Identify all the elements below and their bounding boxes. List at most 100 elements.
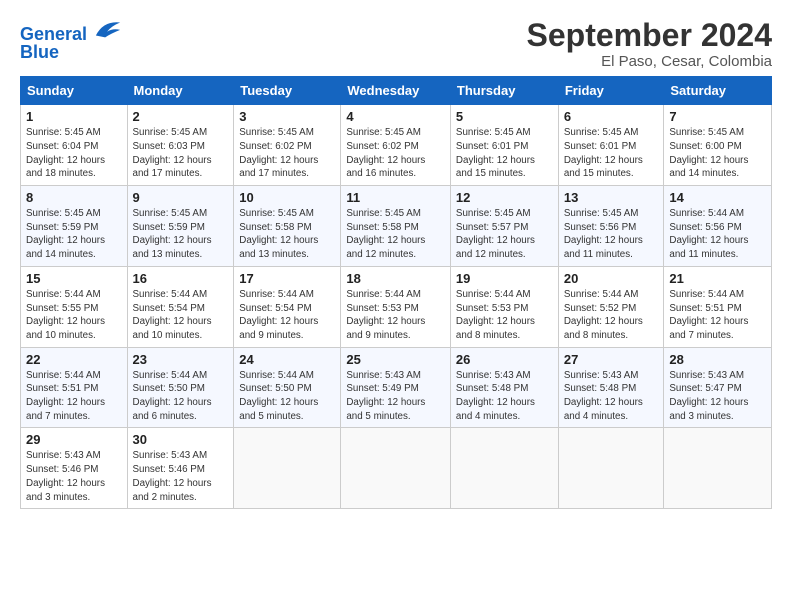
day-number: 26	[456, 352, 553, 367]
cell-info: Sunrise: 5:44 AM Sunset: 5:54 PM Dayligh…	[133, 288, 229, 343]
calendar-cell	[664, 428, 772, 509]
calendar-cell: 23 Sunrise: 5:44 AM Sunset: 5:50 PM Dayli…	[127, 347, 234, 428]
calendar-cell: 27 Sunrise: 5:43 AM Sunset: 5:48 PM Dayli…	[558, 347, 664, 428]
cell-info: Sunrise: 5:45 AM Sunset: 6:00 PM Dayligh…	[669, 126, 766, 181]
week-row-3: 15Sunrise: 5:44 AM Sunset: 5:55 PM Dayli…	[21, 266, 772, 347]
calendar-cell: 5Sunrise: 5:45 AM Sunset: 6:01 PM Daylig…	[450, 105, 558, 186]
cell-info: Sunrise: 5:45 AM Sunset: 5:58 PM Dayligh…	[346, 207, 445, 262]
cell-info: Sunrise: 5:45 AM Sunset: 6:04 PM Dayligh…	[26, 126, 122, 181]
calendar-cell	[558, 428, 664, 509]
week-row-4: 22 Sunrise: 5:44 AM Sunset: 5:51 PM Dayli…	[21, 347, 772, 428]
calendar-cell: 29 Sunrise: 5:43 AM Sunset: 5:46 PM Dayli…	[21, 428, 128, 509]
cell-info: Sunrise: 5:43 AM Sunset: 5:49 PM Dayligh…	[346, 369, 445, 424]
day-number: 18	[346, 271, 445, 286]
calendar-cell: 30 Sunrise: 5:43 AM Sunset: 5:46 PM Dayli…	[127, 428, 234, 509]
page: General Blue September 2024 El Paso, Ces…	[0, 0, 792, 612]
cell-info: Sunrise: 5:43 AM Sunset: 5:46 PM Dayligh…	[133, 449, 229, 504]
day-number: 9	[133, 190, 229, 205]
calendar-cell: 28Sunrise: 5:43 AM Sunset: 5:47 PM Dayli…	[664, 347, 772, 428]
calendar-cell: 15Sunrise: 5:44 AM Sunset: 5:55 PM Dayli…	[21, 266, 128, 347]
cell-info: Sunrise: 5:44 AM Sunset: 5:53 PM Dayligh…	[346, 288, 445, 343]
calendar-cell: 2 Sunrise: 5:45 AM Sunset: 6:03 PM Daylig…	[127, 105, 234, 186]
day-number: 15	[26, 271, 122, 286]
calendar-cell: 14 Sunrise: 5:44 AM Sunset: 5:56 PM Dayli…	[664, 186, 772, 267]
cell-info: Sunrise: 5:45 AM Sunset: 5:57 PM Dayligh…	[456, 207, 553, 262]
week-row-5: 29 Sunrise: 5:43 AM Sunset: 5:46 PM Dayli…	[21, 428, 772, 509]
calendar-cell	[341, 428, 451, 509]
calendar-cell: 12 Sunrise: 5:45 AM Sunset: 5:57 PM Dayli…	[450, 186, 558, 267]
cell-info: Sunrise: 5:45 AM Sunset: 5:59 PM Dayligh…	[26, 207, 122, 262]
cell-info: Sunrise: 5:44 AM Sunset: 5:54 PM Dayligh…	[239, 288, 335, 343]
location: El Paso, Cesar, Colombia	[527, 53, 772, 70]
col-header-tuesday: Tuesday	[234, 77, 341, 105]
calendar-cell	[234, 428, 341, 509]
day-number: 3	[239, 109, 335, 124]
day-number: 27	[564, 352, 659, 367]
day-number: 10	[239, 190, 335, 205]
logo-bird-icon	[94, 18, 122, 40]
day-number: 1	[26, 109, 122, 124]
cell-info: Sunrise: 5:44 AM Sunset: 5:50 PM Dayligh…	[239, 369, 335, 424]
calendar-cell: 6Sunrise: 5:45 AM Sunset: 6:01 PM Daylig…	[558, 105, 664, 186]
logo-blue: Blue	[20, 43, 122, 63]
day-number: 25	[346, 352, 445, 367]
col-header-thursday: Thursday	[450, 77, 558, 105]
calendar-cell: 10 Sunrise: 5:45 AM Sunset: 5:58 PM Dayli…	[234, 186, 341, 267]
cell-info: Sunrise: 5:44 AM Sunset: 5:53 PM Dayligh…	[456, 288, 553, 343]
day-number: 17	[239, 271, 335, 286]
calendar-cell: 1 Sunrise: 5:45 AM Sunset: 6:04 PM Daylig…	[21, 105, 128, 186]
logo-text: General	[20, 18, 122, 45]
day-number: 29	[26, 432, 122, 447]
calendar-cell: 9 Sunrise: 5:45 AM Sunset: 5:59 PM Daylig…	[127, 186, 234, 267]
day-number: 20	[564, 271, 659, 286]
day-number: 2	[133, 109, 229, 124]
day-number: 4	[346, 109, 445, 124]
day-number: 22	[26, 352, 122, 367]
day-number: 24	[239, 352, 335, 367]
col-header-monday: Monday	[127, 77, 234, 105]
cell-info: Sunrise: 5:43 AM Sunset: 5:48 PM Dayligh…	[456, 369, 553, 424]
calendar-cell: 26 Sunrise: 5:43 AM Sunset: 5:48 PM Dayli…	[450, 347, 558, 428]
calendar-cell: 21Sunrise: 5:44 AM Sunset: 5:51 PM Dayli…	[664, 266, 772, 347]
day-number: 16	[133, 271, 229, 286]
day-number: 7	[669, 109, 766, 124]
calendar-cell: 22 Sunrise: 5:44 AM Sunset: 5:51 PM Dayli…	[21, 347, 128, 428]
cell-info: Sunrise: 5:44 AM Sunset: 5:51 PM Dayligh…	[26, 369, 122, 424]
calendar-cell: 17 Sunrise: 5:44 AM Sunset: 5:54 PM Dayli…	[234, 266, 341, 347]
cell-info: Sunrise: 5:44 AM Sunset: 5:50 PM Dayligh…	[133, 369, 229, 424]
cell-info: Sunrise: 5:43 AM Sunset: 5:46 PM Dayligh…	[26, 449, 122, 504]
day-number: 12	[456, 190, 553, 205]
logo-general: General	[20, 24, 87, 44]
day-number: 30	[133, 432, 229, 447]
calendar-cell	[450, 428, 558, 509]
col-header-saturday: Saturday	[664, 77, 772, 105]
day-number: 14	[669, 190, 766, 205]
day-number: 8	[26, 190, 122, 205]
day-number: 11	[346, 190, 445, 205]
cell-info: Sunrise: 5:45 AM Sunset: 6:02 PM Dayligh…	[346, 126, 445, 181]
day-number: 19	[456, 271, 553, 286]
day-number: 23	[133, 352, 229, 367]
calendar-cell: 18 Sunrise: 5:44 AM Sunset: 5:53 PM Dayli…	[341, 266, 451, 347]
cell-info: Sunrise: 5:44 AM Sunset: 5:56 PM Dayligh…	[669, 207, 766, 262]
cell-info: Sunrise: 5:45 AM Sunset: 5:58 PM Dayligh…	[239, 207, 335, 262]
calendar-cell: 4 Sunrise: 5:45 AM Sunset: 6:02 PM Daylig…	[341, 105, 451, 186]
week-row-2: 8 Sunrise: 5:45 AM Sunset: 5:59 PM Daylig…	[21, 186, 772, 267]
cell-info: Sunrise: 5:45 AM Sunset: 5:59 PM Dayligh…	[133, 207, 229, 262]
day-number: 13	[564, 190, 659, 205]
cell-info: Sunrise: 5:45 AM Sunset: 6:02 PM Dayligh…	[239, 126, 335, 181]
col-header-wednesday: Wednesday	[341, 77, 451, 105]
cell-info: Sunrise: 5:45 AM Sunset: 6:03 PM Dayligh…	[133, 126, 229, 181]
col-header-sunday: Sunday	[21, 77, 128, 105]
col-header-friday: Friday	[558, 77, 664, 105]
cell-info: Sunrise: 5:43 AM Sunset: 5:48 PM Dayligh…	[564, 369, 659, 424]
calendar-cell: 3 Sunrise: 5:45 AM Sunset: 6:02 PM Daylig…	[234, 105, 341, 186]
calendar-cell: 13Sunrise: 5:45 AM Sunset: 5:56 PM Dayli…	[558, 186, 664, 267]
calendar-cell: 19 Sunrise: 5:44 AM Sunset: 5:53 PM Dayli…	[450, 266, 558, 347]
calendar-cell: 11 Sunrise: 5:45 AM Sunset: 5:58 PM Dayli…	[341, 186, 451, 267]
header-row: SundayMondayTuesdayWednesdayThursdayFrid…	[21, 77, 772, 105]
cell-info: Sunrise: 5:43 AM Sunset: 5:47 PM Dayligh…	[669, 369, 766, 424]
title-block: September 2024 El Paso, Cesar, Colombia	[527, 18, 772, 70]
cell-info: Sunrise: 5:45 AM Sunset: 6:01 PM Dayligh…	[456, 126, 553, 181]
calendar-cell: 16 Sunrise: 5:44 AM Sunset: 5:54 PM Dayli…	[127, 266, 234, 347]
